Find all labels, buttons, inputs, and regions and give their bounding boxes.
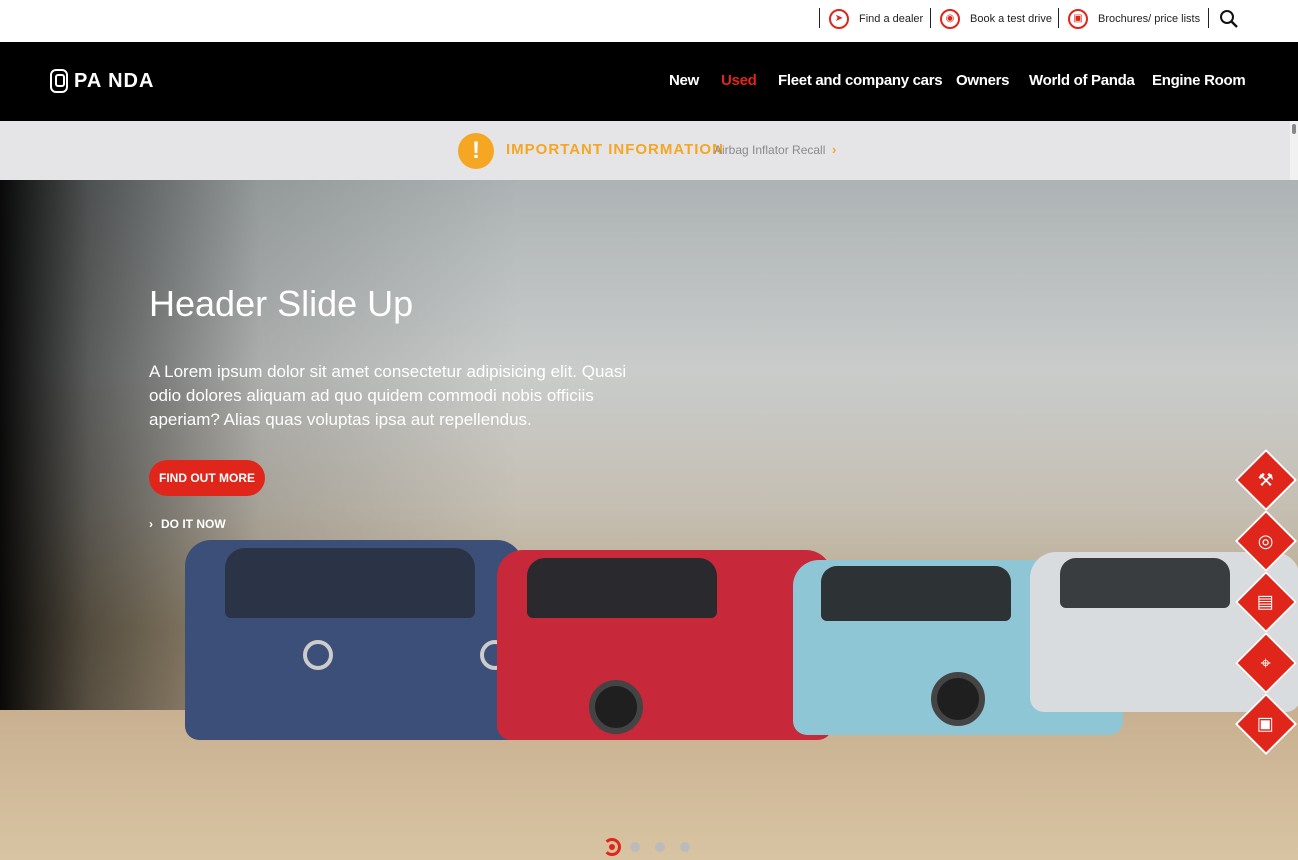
nav-item-used[interactable]: Used (721, 72, 757, 89)
info-title: IMPORTANT INFORMATION (506, 141, 724, 158)
chevron-right-icon[interactable]: › (832, 142, 836, 157)
brochures-label: Brochures/ price lists (1098, 13, 1201, 25)
separator (1058, 8, 1059, 28)
carousel-dot-3[interactable] (655, 842, 665, 852)
brochures-link[interactable]: ▣ Brochures/ price lists (1068, 8, 1200, 30)
nav-item-world-of-panda[interactable]: World of Panda (1029, 72, 1135, 89)
find-out-more-button[interactable]: FIND OUT MORE (149, 460, 265, 496)
car-red (497, 550, 832, 740)
brand-logo[interactable]: PA NDA (50, 68, 154, 94)
nav-item-new[interactable]: New (669, 72, 699, 89)
carousel-dot-1[interactable] (603, 838, 621, 856)
scrollbar-thumb[interactable] (1292, 124, 1296, 134)
navigation-arrow-icon: ➤ (829, 9, 849, 29)
separator (819, 8, 820, 28)
carousel-dot-4[interactable] (680, 842, 690, 852)
logo-mark-icon (50, 69, 68, 93)
document-icon: ▤ (1257, 591, 1275, 612)
search-icon[interactable] (1219, 9, 1239, 29)
nav-item-engine-room[interactable]: Engine Room (1152, 72, 1246, 89)
car-blue (185, 540, 523, 740)
separator (930, 8, 931, 28)
carousel-dot-2[interactable] (630, 842, 640, 852)
steering-wheel-icon: ◉ (940, 9, 960, 29)
hero-title: Header Slide Up (149, 283, 414, 324)
find-dealer-link[interactable]: ➤ Find a dealer (829, 8, 923, 30)
hero-description: A Lorem ipsum dolor sit amet consectetur… (149, 362, 627, 429)
brochure-icon: ▣ (1068, 9, 1088, 29)
airbag-recall-link[interactable]: Airbag Inflator Recall (714, 143, 825, 157)
separator (1208, 8, 1209, 28)
brand-name: PA NDA (74, 69, 155, 92)
car-silver (1030, 552, 1298, 712)
wrench-icon: ⚒ (1257, 469, 1275, 490)
chevron-right-icon: › (149, 517, 153, 531)
find-dealer-label: Find a dealer (859, 13, 924, 25)
main-navigation: PA NDA New Used Fleet and company cars O… (0, 42, 1298, 121)
do-it-now-link[interactable]: › DO IT NOW (149, 517, 226, 531)
do-it-now-label: DO IT NOW (161, 517, 226, 531)
steering-wheel-icon: ◎ (1258, 530, 1274, 551)
location-pin-icon: ⌖ (1260, 652, 1272, 673)
contact-card-icon: ▣ (1257, 713, 1275, 734)
carousel-pagination (603, 838, 705, 856)
book-test-drive-link[interactable]: ◉ Book a test drive (940, 8, 1052, 30)
nav-item-fleet[interactable]: Fleet and company cars (778, 72, 943, 89)
book-test-drive-label: Book a test drive (970, 13, 1052, 25)
nav-item-owners[interactable]: Owners (956, 72, 1010, 89)
exclamation-icon: ! (458, 133, 494, 169)
utility-bar: ➤ Find a dealer ◉ Book a test drive ▣ Br… (0, 0, 1298, 42)
